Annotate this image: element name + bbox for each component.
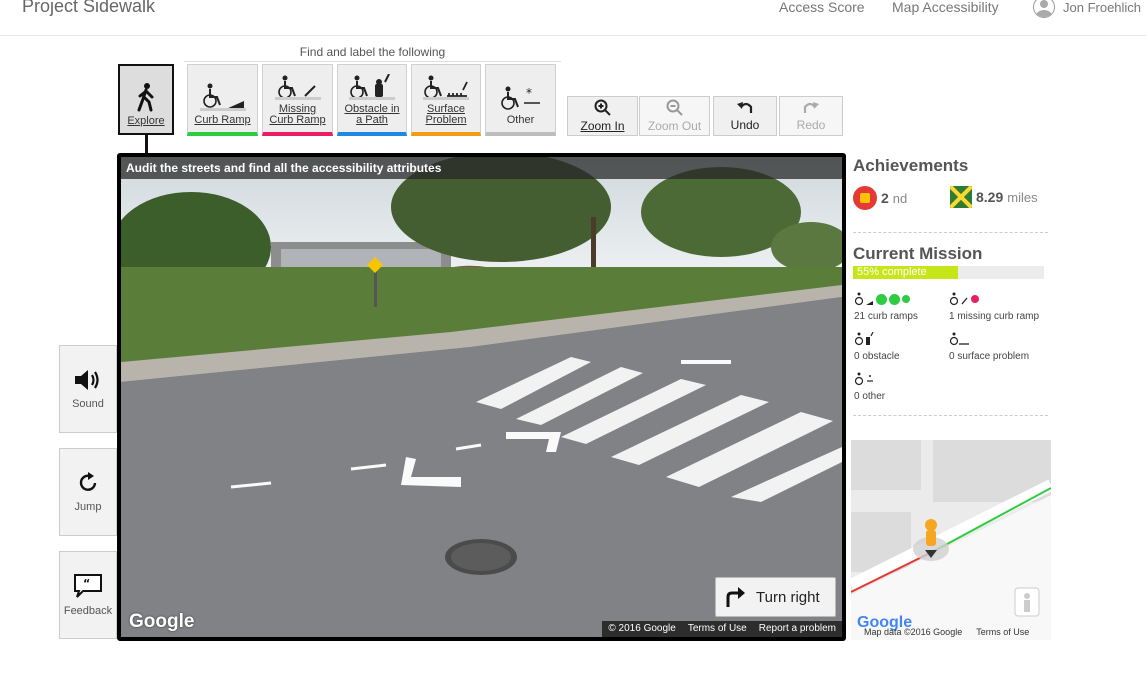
curb-ramp-mini-icon [854, 291, 918, 307]
missing-curb-ramp-mini-icon [949, 291, 1039, 307]
minimap-image [851, 440, 1051, 640]
zoom-in-icon [594, 99, 611, 116]
mission-other: 0 other [854, 371, 885, 402]
miles-unit: miles [1007, 189, 1038, 205]
other-button[interactable]: * Other [485, 64, 556, 136]
redo-label: Redo [796, 118, 826, 132]
obstacle-label: Obstacle in a Path [344, 104, 399, 126]
achievement-rank: 2nd [853, 186, 907, 210]
undo-label: Undo [730, 118, 760, 132]
feedback-button[interactable]: “ Feedback [59, 551, 117, 639]
svg-text:*: * [526, 86, 532, 100]
zoom-in-label: Zoom In [580, 119, 625, 133]
mission-obstacle: 0 obstacle [854, 331, 900, 362]
jump-button[interactable]: Jump [59, 448, 117, 536]
find-label: Find and label the following [184, 45, 561, 62]
brand-title[interactable]: Project Sidewalk [22, 0, 155, 17]
turn-right-button[interactable]: Turn right [715, 577, 836, 617]
other-icon: * [500, 86, 540, 110]
mission-progress-fill: 55% complete [853, 266, 959, 279]
missing-curb-ramp-label-line2: Curb Ramp [269, 114, 326, 126]
turn-right-label: Turn right [756, 588, 820, 606]
surface-problem-button[interactable]: Surface Problem [411, 64, 481, 136]
other-label: Other [506, 114, 535, 126]
mission-missing-curb-ramp: 1 missing curb ramp [949, 291, 1039, 322]
other-mini-icon [854, 371, 885, 387]
undo-icon [737, 102, 753, 113]
redo-icon [803, 102, 819, 113]
missing-curb-ramp-icon [274, 75, 321, 100]
speech-bubble-icon: “ [74, 574, 102, 598]
other-count: 0 other [854, 391, 886, 402]
zoom-in-button[interactable]: Zoom In [567, 96, 638, 136]
obstacle-count: 0 obstacle [854, 351, 900, 362]
missing-curb-ramp-count: 1 missing curb ramp [949, 311, 1040, 322]
curb-ramp-icon [199, 83, 246, 111]
user-menu[interactable]: Jon Froehlich [1033, 0, 1141, 18]
undo-button[interactable]: Undo [713, 96, 777, 136]
pano-instruction-banner: Audit the streets and find all the acces… [121, 157, 842, 179]
user-name: Jon Froehlich [1063, 0, 1142, 15]
curb-ramp-label: Curb Ramp [194, 114, 251, 126]
achievement-miles: 8.29 miles [950, 186, 1038, 208]
obstacle-icon [349, 74, 395, 100]
surface-problem-count: 0 surface problem [949, 351, 1030, 362]
nav-access-score[interactable]: Access Score [779, 0, 865, 15]
pano-terms-link[interactable]: Terms of Use [688, 623, 747, 635]
pano-copyright: © 2016 Google [608, 623, 676, 634]
jump-label: Jump [74, 501, 102, 513]
explore-connector [145, 135, 148, 155]
refresh-icon [79, 472, 97, 491]
missing-curb-ramp-button[interactable]: Missing Curb Ramp [262, 64, 333, 136]
zoom-out-label: Zoom Out [647, 119, 702, 133]
street-view-panorama[interactable]: Audit the streets and find all the acces… [117, 153, 846, 641]
feedback-label: Feedback [63, 605, 113, 617]
minimap[interactable] [851, 440, 1051, 640]
street-scene-image [121, 157, 842, 637]
nav-map-accessibility[interactable]: Map Accessibility [892, 0, 999, 15]
surface-problem-label-line2: Problem [425, 114, 467, 126]
flag-icon [950, 186, 972, 208]
top-bar: Project Sidewalk Access Score Map Access… [0, 0, 1146, 36]
curb-ramp-button[interactable]: Curb Ramp [187, 64, 258, 136]
user-icon [1033, 0, 1055, 18]
svg-text:“: “ [83, 577, 90, 590]
obstacle-button[interactable]: Obstacle in a Path [337, 64, 407, 136]
mission-surface-problem: 0 surface problem [949, 331, 1029, 362]
obstacle-mini-icon [854, 331, 900, 347]
minimap-map-data: Map data ©2016 Google [864, 627, 963, 637]
missing-curb-ramp-label: Missing Curb Ramp [269, 104, 325, 126]
explore-label: Explore [127, 115, 165, 127]
surface-problem-mini-icon [949, 331, 1029, 347]
zoom-out-icon [666, 99, 683, 116]
sound-label: Sound [72, 398, 104, 410]
speaker-icon [75, 370, 99, 390]
google-logo: Google [129, 611, 195, 632]
sound-button[interactable]: Sound [59, 345, 117, 433]
minimap-footer: Map data ©2016 Google Terms of Use [864, 627, 1029, 637]
redo-button[interactable]: Redo [779, 96, 843, 136]
obstacle-label-line2: a Path [356, 114, 388, 126]
walking-person-icon [137, 83, 154, 112]
pano-report-link[interactable]: Report a problem [759, 623, 836, 635]
turn-right-arrow-icon [726, 587, 745, 607]
divider [853, 232, 1048, 233]
surface-problem-icon [423, 75, 469, 100]
surface-problem-label: Surface Problem [426, 104, 467, 126]
mission-progress-bar: 55% complete [853, 266, 1044, 279]
rank-number: 2 [881, 190, 889, 206]
pano-footer: © 2016 Google Terms of Use Report a prob… [602, 621, 842, 637]
minimap-terms-link[interactable]: Terms of Use [976, 627, 1029, 637]
explore-button[interactable]: Explore [118, 64, 174, 135]
curb-ramps-count: 21 curb ramps [854, 311, 918, 322]
medal-icon [853, 186, 877, 210]
divider [853, 415, 1048, 416]
current-mission-title: Current Mission [853, 244, 983, 263]
achievements-title: Achievements [853, 156, 969, 175]
miles-number: 8.29 [976, 189, 1004, 205]
mission-curb-ramps: 21 curb ramps [854, 291, 918, 322]
rank-suffix: nd [892, 190, 908, 206]
zoom-out-button[interactable]: Zoom Out [639, 96, 710, 136]
